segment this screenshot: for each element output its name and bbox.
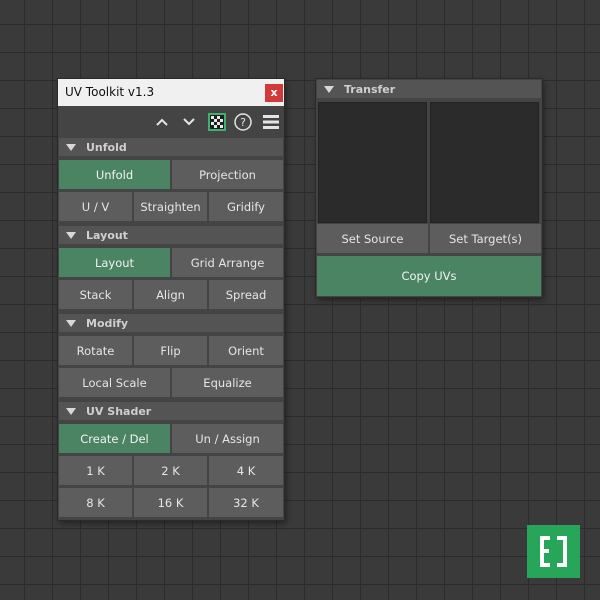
orient-button[interactable]: Orient: [209, 336, 283, 365]
uv-button[interactable]: U / V: [59, 192, 132, 221]
target-preview: [430, 102, 539, 223]
brand-logo: [527, 525, 580, 578]
section-label: UV Shader: [86, 405, 152, 418]
chevron-down-icon[interactable]: [180, 113, 198, 131]
section-header-transfer[interactable]: Transfer: [317, 80, 541, 98]
texture-4k-button[interactable]: 4 K: [209, 456, 283, 485]
window-titlebar[interactable]: UV Toolkit v1.3 x: [58, 79, 284, 106]
collapse-triangle-icon: [66, 320, 76, 327]
align-button[interactable]: Align: [134, 280, 207, 309]
texture-2k-button[interactable]: 2 K: [134, 456, 207, 485]
collapse-triangle-icon: [324, 86, 334, 93]
collapse-triangle-icon: [66, 408, 76, 415]
section-label: Unfold: [86, 141, 127, 154]
straighten-button[interactable]: Straighten: [134, 192, 207, 221]
section-header-uv-shader[interactable]: UV Shader: [59, 402, 283, 420]
section-header-layout[interactable]: Layout: [59, 226, 283, 244]
set-source-button[interactable]: Set Source: [317, 224, 428, 253]
stack-button[interactable]: Stack: [59, 280, 132, 309]
texture-8k-button[interactable]: 8 K: [59, 488, 132, 517]
collapse-triangle-icon: [66, 232, 76, 239]
texture-32k-button[interactable]: 32 K: [209, 488, 283, 517]
un-assign-button[interactable]: Un / Assign: [172, 424, 283, 453]
section-label: Modify: [86, 317, 129, 330]
collapse-triangle-icon: [66, 144, 76, 151]
texture-16k-button[interactable]: 16 K: [134, 488, 207, 517]
section-label: Layout: [86, 229, 128, 242]
source-preview: [318, 102, 427, 223]
grid-arrange-button[interactable]: Grid Arrange: [172, 248, 283, 277]
help-glyph: ?: [240, 116, 246, 129]
local-scale-button[interactable]: Local Scale: [59, 368, 170, 397]
chevron-up-icon[interactable]: [153, 113, 171, 131]
unfold-button[interactable]: Unfold: [59, 160, 170, 189]
layout-button[interactable]: Layout: [59, 248, 170, 277]
help-icon[interactable]: ?: [234, 113, 252, 131]
spread-button[interactable]: Spread: [209, 280, 283, 309]
transfer-panel: Transfer Set Source Set Target(s) Copy U…: [316, 79, 542, 297]
section-label: Transfer: [344, 83, 396, 96]
copy-uvs-button[interactable]: Copy UVs: [317, 256, 541, 296]
gridify-button[interactable]: Gridify: [209, 192, 283, 221]
equalize-button[interactable]: Equalize: [172, 368, 283, 397]
texture-1k-button[interactable]: 1 K: [59, 456, 132, 485]
flip-button[interactable]: Flip: [134, 336, 207, 365]
menu-icon[interactable]: [262, 113, 280, 131]
section-header-unfold[interactable]: Unfold: [59, 138, 283, 156]
rotate-button[interactable]: Rotate: [59, 336, 132, 365]
checker-icon[interactable]: [208, 113, 226, 131]
projection-button[interactable]: Projection: [172, 160, 283, 189]
uv-toolkit-window: UV Toolkit v1.3 x ? Unfold Unfold Projec…: [58, 79, 284, 520]
close-button[interactable]: x: [265, 84, 283, 102]
create-del-button[interactable]: Create / Del: [59, 424, 170, 453]
window-title: UV Toolkit v1.3: [65, 85, 155, 99]
section-header-modify[interactable]: Modify: [59, 314, 283, 332]
toolbar: ?: [58, 106, 284, 138]
set-targets-button[interactable]: Set Target(s): [430, 224, 541, 253]
